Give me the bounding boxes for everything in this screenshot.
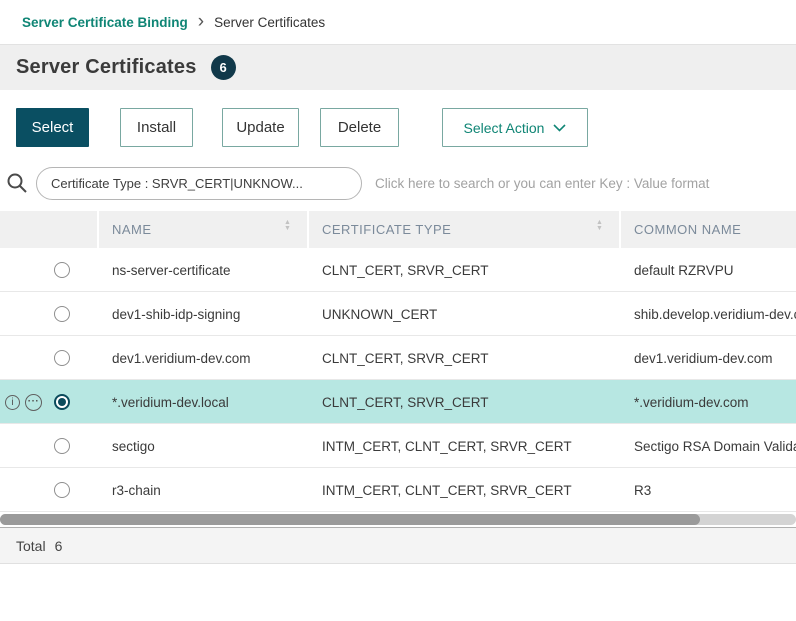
table-row[interactable]: dev1-shib-idp-signing UNKNOWN_CERT shib.… [0,292,796,336]
table-body: ns-server-certificate CLNT_CERT, SRVR_CE… [0,248,796,512]
search-icon[interactable] [6,172,28,194]
cell-name: r3-chain [112,468,161,512]
row-radio[interactable] [54,306,70,322]
row-radio[interactable] [54,482,70,498]
cell-certificate-type: INTM_CERT, CLNT_CERT, SRVR_CERT [322,424,572,468]
breadcrumb-link-server-certificate-binding[interactable]: Server Certificate Binding [22,15,188,30]
cell-certificate-type: INTM_CERT, CLNT_CERT, SRVR_CERT [322,468,572,512]
cell-certificate-type: UNKNOWN_CERT [322,292,437,336]
cell-common-name: dev1.veridium-dev.com [634,336,773,380]
cell-common-name: R3 [634,468,651,512]
table-row-selected[interactable]: i ··· *.veridium-dev.local CLNT_CERT, SR… [0,380,796,424]
delete-button[interactable]: Delete [320,108,399,147]
row-radio[interactable] [54,350,70,366]
sort-down-icon: ▼ [596,226,603,232]
sort-icon[interactable]: ▲▼ [596,220,603,232]
cell-certificate-type: CLNT_CERT, SRVR_CERT [322,380,489,424]
cell-name: sectigo [112,424,155,468]
count-badge: 6 [211,55,236,80]
page-title-band: Server Certificates 6 [0,44,796,90]
cell-certificate-type: CLNT_CERT, SRVR_CERT [322,248,489,292]
cell-name: dev1-shib-idp-signing [112,292,240,336]
column-divider [619,211,621,248]
info-icon[interactable]: i [5,395,20,410]
cell-name: *.veridium-dev.local [112,380,229,424]
page-title: Server Certificates [16,56,197,79]
column-divider [307,211,309,248]
chevron-down-icon [553,124,566,132]
row-radio-checked[interactable] [54,394,70,410]
cell-common-name: default RZRVPU [634,248,734,292]
select-action-label: Select Action [464,120,545,136]
select-action-dropdown[interactable]: Select Action [442,108,588,147]
table-row[interactable]: r3-chain INTM_CERT, CLNT_CERT, SRVR_CERT… [0,468,796,512]
table-row[interactable]: ns-server-certificate CLNT_CERT, SRVR_CE… [0,248,796,292]
filter-chip-certificate-type[interactable]: Certificate Type : SRVR_CERT|UNKNOW... [36,167,362,200]
row-radio[interactable] [54,262,70,278]
table-row[interactable]: sectigo INTM_CERT, CLNT_CERT, SRVR_CERT … [0,424,796,468]
more-actions-icon[interactable]: ··· [25,394,42,411]
column-header-name[interactable]: NAME [112,211,152,248]
update-button[interactable]: Update [222,108,299,147]
horizontal-scrollbar-track[interactable] [0,514,796,525]
table-row[interactable]: dev1.veridium-dev.com CLNT_CERT, SRVR_CE… [0,336,796,380]
horizontal-scrollbar-thumb[interactable] [0,514,700,525]
breadcrumb-current: Server Certificates [214,15,325,30]
search-input[interactable]: Click here to search or you can enter Ke… [375,167,709,200]
cell-common-name: Sectigo RSA Domain Validation Secure Ser… [634,424,796,468]
row-radio[interactable] [54,438,70,454]
cell-certificate-type: CLNT_CERT, SRVR_CERT [322,336,489,380]
select-button[interactable]: Select [16,108,89,147]
table-header: NAME CERTIFICATE TYPE COMMON NAME ▲▼ ▲▼ [0,211,796,248]
column-header-certificate-type[interactable]: CERTIFICATE TYPE [322,211,451,248]
install-button[interactable]: Install [120,108,193,147]
column-divider [97,211,99,248]
breadcrumb: Server Certificate Binding › Server Cert… [0,0,796,44]
cell-common-name: *.veridium-dev.com [634,380,749,424]
cell-name: ns-server-certificate [112,248,231,292]
sort-down-icon: ▼ [284,226,291,232]
chevron-right-icon: › [198,12,204,31]
cell-common-name: shib.develop.veridium-dev.com [634,292,796,336]
total-label: Total [16,538,46,554]
total-value: 6 [55,538,63,554]
column-header-common-name[interactable]: COMMON NAME [634,211,741,248]
cell-name: dev1.veridium-dev.com [112,336,251,380]
server-certificates-page: Server Certificate Binding › Server Cert… [0,0,796,621]
table-footer: Total 6 [0,527,796,564]
sort-icon[interactable]: ▲▼ [284,220,291,232]
